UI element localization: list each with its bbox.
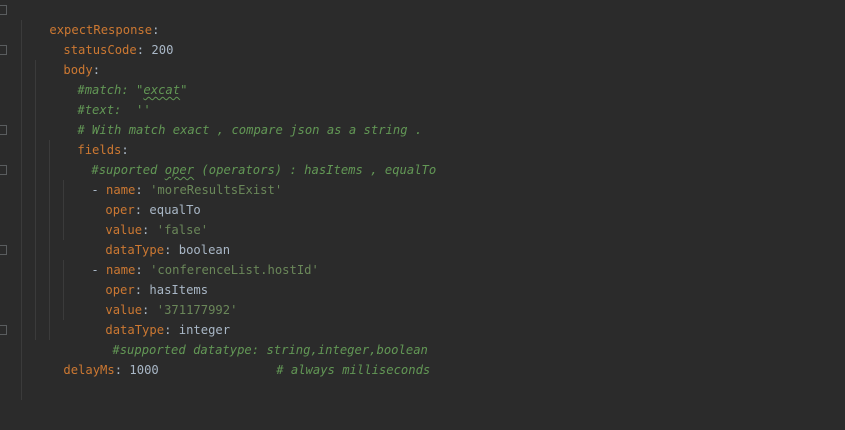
code-line: oper: equalTo [76,180,200,217]
fold-marker-icon[interactable] [0,45,7,55]
code-line: - name: 'conferenceList.hostId' [62,240,319,277]
yaml-value: 200 [151,43,174,57]
fold-marker-icon[interactable] [0,325,7,335]
indent-guide [21,20,22,400]
yaml-comment: # always milliseconds [276,363,431,377]
code-line: value: 'false' [76,200,208,237]
code-line: #text: '' [48,80,150,117]
fold-marker-icon[interactable] [0,245,7,255]
code-line: delayMs: 1000 # always milliseconds [34,340,430,377]
code-line: oper: hasItems [76,260,208,297]
code-line: # With match exact , compare json as a s… [48,100,422,137]
code-line: #match: "excat" [48,60,187,97]
code-line: dataType: integer [76,300,230,337]
code-line: value: '371177992' [76,280,237,317]
indent-guide [35,60,36,340]
yaml-key: delayMs [63,363,115,377]
yaml-colon: : [136,43,152,57]
yaml-colon: : [114,363,130,377]
code-line: #suported oper (operators) : hasItems , … [62,140,436,177]
code-line: body: [34,40,100,77]
code-line: dataType: boolean [76,220,230,257]
yaml-value: 1000 [129,363,159,377]
fold-marker-icon[interactable] [0,5,7,15]
whitespace-gap [159,363,276,377]
code-line: #supported datatype: string,integer,bool… [83,320,428,357]
fold-marker-icon[interactable] [0,165,7,175]
code-line: - name: 'moreResultsExist' [62,160,282,197]
code-editor[interactable]: expectResponse: statusCode: 200 body: #m… [0,0,845,430]
code-line: statusCode: 200 [34,20,173,57]
code-line: expectResponse: [20,0,159,37]
yaml-comment: " [180,83,188,97]
fold-marker-icon[interactable] [0,125,7,135]
yaml-comment: # With match exact , compare json as a s… [77,123,423,137]
code-line: fields: [48,120,128,157]
